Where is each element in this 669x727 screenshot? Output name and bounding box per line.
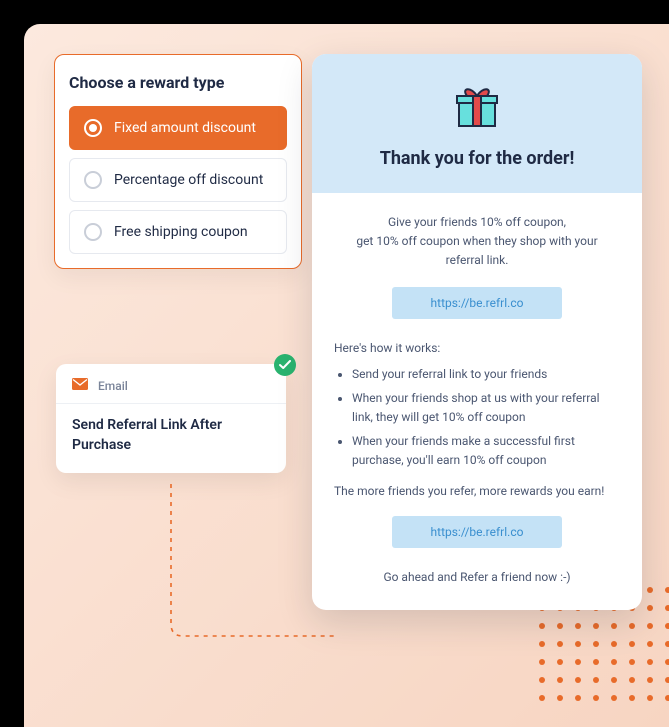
preview-header: Thank you for the order! bbox=[312, 54, 642, 193]
how-it-works-title: Here's how it works: bbox=[334, 341, 620, 355]
status-check-icon bbox=[274, 354, 296, 376]
reward-option-percentage[interactable]: Percentage off discount bbox=[69, 158, 287, 202]
how-item: When your friends shop at us with your r… bbox=[352, 389, 620, 426]
preview-body: Give your friends 10% off coupon, get 10… bbox=[312, 193, 642, 610]
how-it-works-list: Send your referral link to your friends … bbox=[334, 365, 620, 470]
preview-outro-text: The more friends you refer, more rewards… bbox=[334, 484, 620, 498]
how-item: Send your referral link to your friends bbox=[352, 365, 620, 384]
reward-option-label: Percentage off discount bbox=[114, 172, 263, 188]
reward-type-panel: Choose a reward type Fixed amount discou… bbox=[54, 54, 302, 269]
preview-heading: Thank you for the order! bbox=[332, 148, 622, 169]
preview-cta-text: Go ahead and Refer a friend now :-) bbox=[334, 570, 620, 584]
gift-icon bbox=[453, 82, 501, 130]
email-icon bbox=[72, 378, 88, 393]
referral-link-chip[interactable]: https://be.refrl.co bbox=[392, 287, 562, 319]
reward-option-fixed[interactable]: Fixed amount discount bbox=[69, 106, 287, 150]
canvas: Choose a reward type Fixed amount discou… bbox=[24, 24, 669, 727]
email-tag-label: Email bbox=[98, 379, 128, 393]
preview-intro-text: Give your friends 10% off coupon, get 10… bbox=[334, 213, 620, 271]
referral-link-chip[interactable]: https://be.refrl.co bbox=[392, 516, 562, 548]
radio-icon bbox=[84, 171, 102, 189]
reward-option-shipping[interactable]: Free shipping coupon bbox=[69, 210, 287, 254]
radio-icon bbox=[84, 223, 102, 241]
email-card-title: Send Referral Link After Purchase bbox=[56, 404, 286, 473]
reward-option-label: Free shipping coupon bbox=[114, 224, 248, 240]
reward-option-label: Fixed amount discount bbox=[114, 120, 256, 136]
radio-icon bbox=[84, 119, 102, 137]
reward-type-title: Choose a reward type bbox=[69, 73, 287, 92]
how-item: When your friends make a successful firs… bbox=[352, 432, 620, 469]
connector-line bbox=[170, 484, 334, 644]
email-preview-card: Thank you for the order! Give your frien… bbox=[312, 54, 642, 610]
email-step-card[interactable]: Email Send Referral Link After Purchase bbox=[56, 364, 286, 473]
